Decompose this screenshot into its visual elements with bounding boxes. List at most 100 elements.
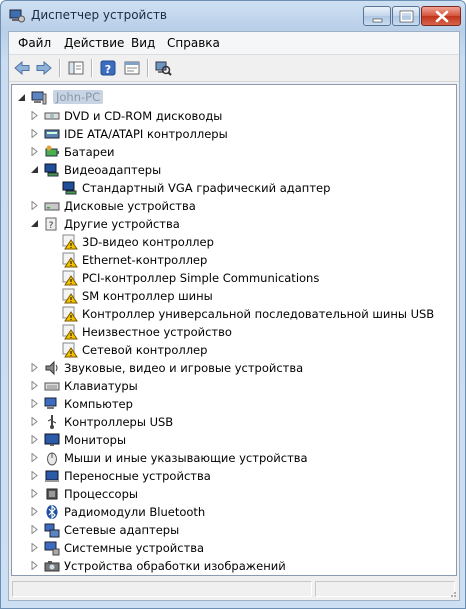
warning-device-icon (62, 288, 78, 304)
collapsed-arrow-icon[interactable] (30, 561, 39, 570)
tree-category[interactable]: Клавиатуры (12, 377, 456, 395)
tree-device[interactable]: PCI-контроллер Simple Communications (12, 269, 456, 287)
processor-icon (46, 488, 58, 500)
tree-device[interactable]: Ethernet-контроллер (12, 251, 456, 269)
collapsed-arrow-icon[interactable] (30, 507, 39, 516)
status-panel (315, 581, 455, 597)
warning-device-icon (62, 252, 78, 268)
menu-action[interactable]: Действие (64, 36, 124, 50)
tree-category[interactable]: Устройства обработки изображений (12, 557, 456, 575)
menu-file[interactable]: Файл (18, 36, 51, 50)
minimize-icon (372, 18, 383, 23)
mouse-icon (47, 452, 57, 466)
tree-item-label: Стандартный VGA графический адаптер (82, 181, 331, 195)
resize-grip-icon[interactable] (447, 588, 457, 598)
tree-device[interactable]: 3D-видео контроллер (12, 233, 456, 251)
forward-arrow-icon[interactable] (35, 59, 53, 77)
maximize-icon (399, 10, 414, 23)
tree-category[interactable]: Сетевые адаптеры (12, 521, 456, 539)
collapsed-arrow-icon[interactable] (30, 543, 39, 552)
collapsed-arrow-icon[interactable] (30, 381, 39, 390)
monitor-icon (44, 433, 60, 446)
tree-category[interactable]: Видеоадаптеры (12, 161, 456, 179)
tree-item-label: Системные устройства (64, 541, 205, 555)
tree-category[interactable]: Процессоры (12, 485, 456, 503)
expanded-arrow-icon[interactable] (30, 165, 39, 174)
menu-bar: Файл Действие Вид Справка (9, 32, 459, 55)
tree-category[interactable]: Переносные устройства (12, 467, 456, 485)
tree-item-label: SM контроллер шины (82, 289, 213, 303)
device-tree[interactable]: John-PC DVD и CD-ROM дисководы IDE ATA/AT… (11, 84, 457, 576)
warning-device-icon (62, 306, 78, 322)
menu-help[interactable]: Справка (167, 36, 220, 50)
tree-category[interactable]: Компьютер (12, 395, 456, 413)
expanded-arrow-icon[interactable] (17, 93, 26, 102)
tree-device[interactable]: Стандартный VGA графический адаптер (12, 179, 456, 197)
scan-hardware-icon[interactable] (154, 59, 172, 77)
toolbar: ? (9, 55, 459, 82)
toolbar-separator (147, 59, 148, 77)
collapsed-arrow-icon[interactable] (30, 489, 39, 498)
close-icon (435, 10, 449, 23)
collapsed-arrow-icon[interactable] (30, 363, 39, 372)
tree-item-label: Дисковые устройства (64, 199, 196, 213)
tree-category[interactable]: Дисковые устройства (12, 197, 456, 215)
collapsed-arrow-icon[interactable] (30, 525, 39, 534)
unknown-device-icon: ? (45, 217, 57, 231)
collapsed-arrow-icon[interactable] (30, 435, 39, 444)
tree-category[interactable]: Системные устройства (12, 539, 456, 557)
tree-item-label: Переносные устройства (64, 469, 211, 483)
warning-device-icon (62, 342, 78, 358)
bluetooth-icon (46, 504, 58, 520)
tree-item-label: Звуковые, видео и игровые устройства (64, 361, 304, 375)
tree-category[interactable]: Мониторы (12, 431, 456, 449)
warning-device-icon (62, 234, 78, 250)
menu-view[interactable]: Вид (131, 36, 155, 50)
help-icon[interactable]: ? (99, 59, 117, 77)
tree-item-label: Неизвестное устройство (82, 325, 232, 339)
close-button[interactable] (421, 6, 461, 26)
expanded-arrow-icon[interactable] (30, 219, 39, 228)
tree-item-label: Клавиатуры (64, 379, 138, 393)
tree-category[interactable]: ? Другие устройства (12, 215, 456, 233)
tree-category[interactable]: Мыши и иные указывающие устройства (12, 449, 456, 467)
back-arrow-icon[interactable] (13, 59, 31, 77)
maximize-button[interactable] (392, 6, 420, 26)
tree-category[interactable]: Звуковые, видео и игровые устройства (12, 359, 456, 377)
tree-device[interactable]: Контроллер универсальной последовательно… (12, 305, 456, 323)
collapsed-arrow-icon[interactable] (30, 129, 39, 138)
keyboard-icon (44, 382, 60, 391)
tree-item-label: Видеоадаптеры (64, 163, 162, 177)
battery-icon (45, 145, 59, 157)
toolbar-separator (59, 59, 60, 77)
collapsed-arrow-icon[interactable] (30, 399, 39, 408)
collapsed-arrow-icon[interactable] (30, 111, 39, 120)
tree-root[interactable]: John-PC (12, 89, 456, 107)
device-manager-icon (9, 9, 25, 23)
show-hide-tree-icon[interactable] (67, 59, 85, 77)
collapsed-arrow-icon[interactable] (30, 417, 39, 426)
system-device-icon (44, 541, 60, 556)
tree-device[interactable]: Неизвестное устройство (12, 323, 456, 341)
tree-category[interactable]: DVD и CD-ROM дисководы (12, 107, 456, 125)
device-manager-window: Диспетчер устройств Файл Действие Вид Сп… (0, 0, 466, 609)
collapsed-arrow-icon[interactable] (30, 471, 39, 480)
svg-text:?: ? (49, 221, 54, 231)
tree-category[interactable]: Батареи (12, 143, 456, 161)
tree-category[interactable]: Контроллеры USB (12, 413, 456, 431)
collapsed-arrow-icon[interactable] (30, 147, 39, 156)
tree-category[interactable]: Радиомодули Bluetooth (12, 503, 456, 521)
tree-item-label: PCI-контроллер Simple Communications (82, 271, 320, 285)
properties-icon[interactable] (123, 59, 141, 77)
collapsed-arrow-icon[interactable] (30, 453, 39, 462)
tree-item-label: IDE ATA/ATAPI контроллеры (64, 127, 228, 141)
minimize-button[interactable] (363, 6, 391, 26)
network-adapter-icon (44, 523, 60, 538)
tree-category[interactable]: IDE ATA/ATAPI контроллеры (12, 125, 456, 143)
tree-device[interactable]: Сетевой контроллер (12, 341, 456, 359)
title-bar[interactable]: Диспетчер устройств (1, 1, 465, 31)
collapsed-arrow-icon[interactable] (30, 201, 39, 210)
tree-device[interactable]: SM контроллер шины (12, 287, 456, 305)
status-panel (12, 581, 312, 597)
toolbar-separator (91, 59, 92, 77)
